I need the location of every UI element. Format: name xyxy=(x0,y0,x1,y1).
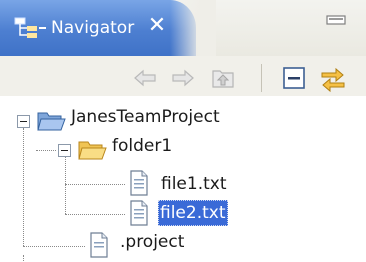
folder1-expander[interactable] xyxy=(58,144,71,157)
forward-arrow-icon xyxy=(172,69,194,87)
tree-connector xyxy=(23,246,85,247)
up-button[interactable] xyxy=(208,63,238,93)
back-arrow-icon xyxy=(134,69,156,87)
toolbar-separator xyxy=(261,64,262,92)
forward-button[interactable] xyxy=(168,63,198,93)
tree-connector xyxy=(65,214,125,215)
project-expander[interactable] xyxy=(17,115,30,128)
file-icon xyxy=(89,232,109,258)
tree-item-folder1[interactable]: folder1 xyxy=(112,133,172,159)
collapse-all-button[interactable] xyxy=(279,63,309,93)
link-with-editor-icon xyxy=(321,67,345,93)
tree-connector xyxy=(23,128,24,246)
tree-item-file2-selected[interactable]: file2.txt xyxy=(158,200,228,226)
minimize-icon[interactable] xyxy=(326,11,346,25)
collapse-all-icon xyxy=(283,67,305,89)
back-button[interactable] xyxy=(130,63,160,93)
tab-edge xyxy=(170,0,216,56)
tree-connector xyxy=(23,255,24,261)
tree-connector xyxy=(65,156,66,214)
navigator-view-icon xyxy=(14,16,48,40)
tree-item-project-file[interactable]: .project xyxy=(120,229,184,255)
close-icon[interactable]: ✕ xyxy=(144,13,170,39)
view-title: Navigator xyxy=(51,18,135,38)
tree-item-file1[interactable]: file1.txt xyxy=(161,171,227,197)
text-file-icon xyxy=(129,170,149,196)
tree-connector xyxy=(36,150,56,151)
tree-item-project[interactable]: JanesTeamProject xyxy=(71,104,220,130)
folder-icon xyxy=(77,136,107,162)
text-file-icon xyxy=(129,200,149,226)
project-folder-icon xyxy=(36,107,66,133)
link-with-editor-button[interactable] xyxy=(318,63,348,93)
tree-connector xyxy=(65,184,125,185)
go-up-icon xyxy=(212,70,234,88)
